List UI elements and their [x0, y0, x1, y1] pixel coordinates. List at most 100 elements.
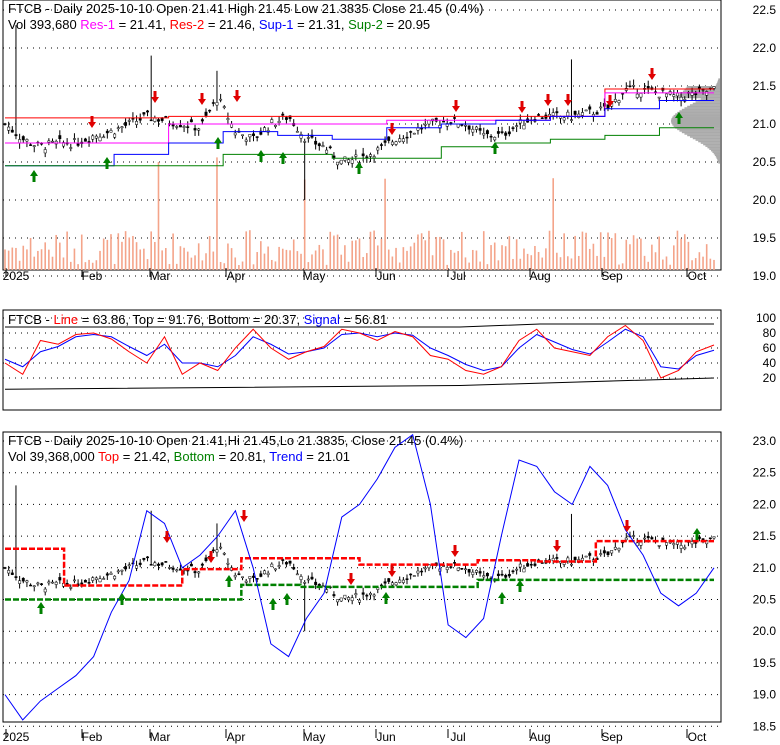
osc-ytick: 40: [763, 356, 777, 370]
volume-bar: [165, 248, 167, 270]
trend-line: [4, 433, 715, 721]
trend-candle-body: [325, 589, 329, 593]
price-candle-body: [705, 91, 709, 96]
volume-profile-bar: [677, 111, 720, 114]
volume-profile-bar: [717, 158, 720, 161]
price-candle-body: [588, 106, 592, 110]
volume-bar: [99, 250, 101, 270]
buy-arrow-icon: [382, 592, 390, 604]
volume-bar: [22, 245, 25, 270]
price-candle-body: [580, 112, 584, 116]
trend-ytick: 19.5: [753, 656, 777, 670]
volume-profile-bar: [695, 139, 720, 141]
volume-bar: [234, 257, 237, 270]
volume-bar: [69, 261, 72, 270]
trend-candle-body: [650, 537, 654, 540]
price-candle-body: [376, 147, 380, 151]
volume-bar: [493, 242, 496, 270]
price-candle-body: [409, 131, 413, 133]
trend-candle-body: [449, 566, 453, 568]
trend-candle-body: [383, 581, 387, 584]
price-candle-body: [14, 134, 18, 137]
x-label-top: May: [303, 269, 326, 283]
trend-candle-body: [175, 569, 179, 572]
volume-bar: [424, 240, 427, 270]
price-candle-body: [354, 154, 358, 157]
x-label-top: Apr: [227, 269, 246, 283]
volume-bar: [636, 238, 639, 270]
volume-bar: [461, 231, 463, 270]
trend-candle-body: [336, 599, 340, 603]
price-candle-body: [263, 127, 266, 132]
volume-bar: [347, 261, 350, 270]
volume-bar: [117, 233, 120, 270]
trend-candle-body: [712, 536, 716, 539]
volume-bar: [245, 231, 248, 270]
x-label-top: Sep: [601, 269, 623, 283]
volume-bar: [570, 258, 573, 270]
price-candle-body: [489, 135, 493, 138]
volume-bar: [541, 257, 544, 270]
price-candle-body: [460, 124, 464, 126]
trend-candle-body: [515, 568, 519, 571]
trend-ytick: 21.5: [753, 529, 777, 543]
volume-bar: [592, 243, 595, 270]
volume-profile-bar: [703, 143, 720, 146]
trend-ytick: 22.0: [753, 497, 777, 511]
trend-candle-body: [365, 594, 369, 597]
volume-bar: [702, 256, 704, 270]
buy-arrow-icon: [516, 580, 524, 592]
x-label-top: Jul: [450, 269, 465, 283]
trend-candle-body: [394, 582, 398, 586]
trend-candle-body: [409, 573, 413, 576]
volume-bar: [526, 253, 529, 270]
volume-bar: [274, 261, 277, 270]
volume-bar: [534, 245, 536, 270]
sell-arrow-icon: [518, 101, 526, 113]
buy-arrow-icon: [491, 142, 499, 154]
price-candle-body: [350, 159, 354, 164]
price-candle-body: [197, 128, 201, 131]
price-candle-body: [91, 135, 95, 140]
trend-candle-body: [138, 562, 142, 565]
price-candle-body: [189, 119, 193, 123]
price-candle-body: [314, 140, 318, 145]
price-candle-body: [105, 130, 109, 134]
volume-profile-bar: [717, 160, 720, 163]
price-candle-body: [398, 138, 402, 142]
trend-candle-body: [25, 580, 29, 583]
trend-candle-body: [116, 570, 120, 573]
price-candle-body: [273, 125, 277, 127]
volume-bar: [197, 243, 200, 270]
price-candle-body: [25, 139, 29, 142]
price-candle-body: [401, 138, 405, 143]
price-candle-body: [339, 159, 343, 165]
trend-candle-body: [157, 563, 160, 566]
sell-arrow-icon: [388, 565, 396, 577]
x-label-top: Feb: [82, 269, 103, 283]
trend-ytick: 20.0: [753, 624, 777, 638]
price-candle-body: [277, 121, 281, 123]
trend-candle-body: [168, 567, 171, 569]
x-label-bottom: May: [303, 730, 326, 744]
trend-candle-body: [390, 582, 394, 586]
x-label-top: 2025: [3, 269, 30, 283]
price-candle-body: [471, 128, 475, 133]
volume-bar: [530, 255, 533, 270]
price-candle-body: [548, 114, 551, 117]
volume-bar: [106, 239, 109, 270]
volume-bar: [395, 247, 397, 270]
x-label-top: Oct: [688, 269, 707, 283]
volume-bar: [698, 252, 701, 270]
volume-bar: [73, 248, 76, 270]
price-candle-body: [160, 117, 164, 121]
volume-bar: [15, 247, 17, 270]
volume-bar: [497, 260, 500, 270]
volume-bar: [409, 246, 412, 270]
volume-bar: [110, 234, 112, 270]
trend-candle-body: [478, 571, 482, 574]
volume-bar: [446, 264, 449, 270]
volume-bar: [366, 253, 368, 270]
trend-candle-body: [197, 571, 201, 574]
osc-title: FTCB - Line = 63.86, Top = 91.76, Bottom…: [8, 312, 387, 327]
